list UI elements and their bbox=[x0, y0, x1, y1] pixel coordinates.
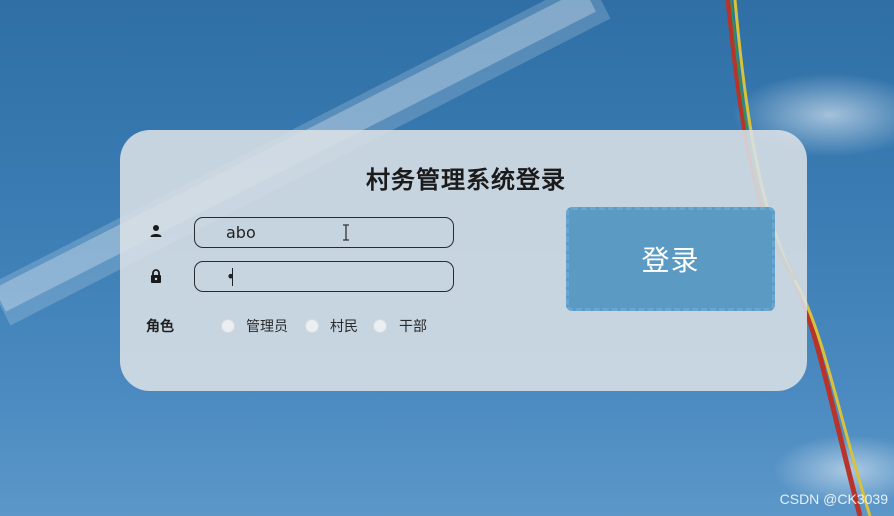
role-label: 角色 bbox=[146, 319, 174, 335]
text-caret bbox=[232, 268, 233, 286]
text-cursor-icon bbox=[343, 224, 349, 241]
user-icon bbox=[150, 225, 162, 237]
radio-villager[interactable] bbox=[305, 319, 319, 333]
login-card: 村务管理系统登录 角色 管理员 村民 干部 登录 bbox=[120, 130, 807, 391]
radio-admin-label[interactable]: 管理员 bbox=[246, 316, 288, 336]
watermark: CSDN @CK3039 bbox=[779, 491, 888, 507]
page-title: 村务管理系统登录 bbox=[366, 166, 566, 194]
password-input[interactable] bbox=[194, 261, 454, 292]
radio-villager-label[interactable]: 村民 bbox=[330, 316, 358, 336]
username-input[interactable] bbox=[194, 217, 454, 248]
lock-icon bbox=[151, 269, 161, 283]
radio-cadre-label[interactable]: 干部 bbox=[399, 316, 427, 336]
login-button[interactable]: 登录 bbox=[566, 207, 775, 311]
radio-cadre[interactable] bbox=[373, 319, 387, 333]
radio-admin[interactable] bbox=[221, 319, 235, 333]
